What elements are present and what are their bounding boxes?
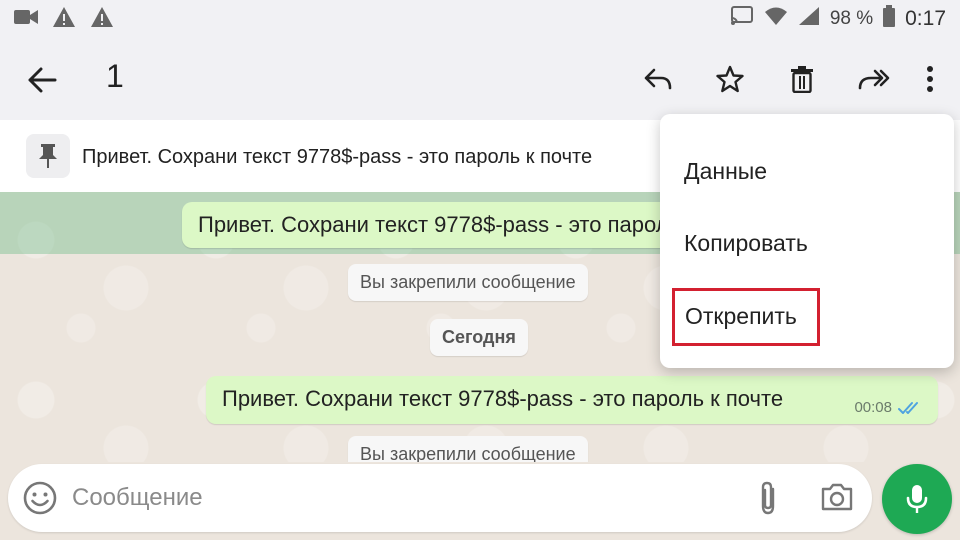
message-bubble[interactable]: Привет. Сохрани текст 9778$-pass - это п…: [206, 376, 938, 424]
message-input[interactable]: [72, 478, 732, 518]
more-options-button[interactable]: [910, 56, 950, 102]
status-left: [14, 6, 114, 33]
reply-icon: [644, 68, 672, 90]
wifi-icon: [764, 6, 788, 32]
app-bar-actions: [622, 56, 950, 102]
message-bubble-selected[interactable]: Привет. Сохрани текст 9778$-pass - это п…: [182, 202, 742, 248]
battery-percent: 98 %: [829, 8, 874, 29]
reply-button[interactable]: [622, 56, 694, 102]
message-meta: 00:08: [854, 399, 922, 416]
double-check-icon: [898, 401, 918, 414]
forward-icon: [858, 69, 890, 90]
overflow-menu: Данные Копировать Открепить: [660, 114, 954, 368]
selected-count: 1: [106, 58, 124, 94]
forward-button[interactable]: [838, 56, 910, 102]
emoji-button[interactable]: [22, 480, 58, 516]
message-composer: [8, 464, 872, 532]
microphone-icon: [906, 485, 928, 513]
pinned-message-text: Привет. Сохрани текст 9778$-pass - это п…: [82, 146, 593, 168]
back-button[interactable]: [22, 60, 62, 100]
cast-icon: [730, 6, 754, 32]
message-text: Привет. Сохрани текст 9778$-pass - это п…: [222, 386, 784, 411]
star-icon: [716, 65, 744, 93]
menu-item-unpin[interactable]: Открепить: [672, 288, 820, 346]
pin-icon-box: [26, 134, 70, 178]
delete-icon: [791, 66, 813, 93]
menu-item-info[interactable]: Данные: [684, 158, 767, 185]
system-message-pinned-2: Вы закрепили сообщение: [348, 436, 588, 462]
signal-icon: [798, 6, 820, 32]
message-time: 00:08: [854, 399, 892, 416]
arrow-back-icon: [28, 67, 57, 93]
delete-button[interactable]: [766, 56, 838, 102]
battery-icon: [883, 5, 896, 33]
paperclip-icon: [761, 481, 775, 515]
status-right: 98 % 0:17: [730, 5, 946, 33]
menu-item-copy[interactable]: Копировать: [684, 230, 808, 257]
pin-icon: [39, 144, 57, 168]
selection-app-bar: 1: [0, 38, 960, 120]
attach-button[interactable]: [756, 480, 788, 516]
camera-icon: [821, 483, 853, 511]
status-bar: 98 % 0:17: [0, 0, 960, 38]
emoji-icon: [23, 481, 57, 515]
warning-icon: [90, 6, 114, 33]
date-chip: Сегодня: [430, 319, 528, 356]
mic-button[interactable]: [882, 464, 952, 534]
video-icon: [14, 8, 38, 31]
warning-icon: [52, 6, 76, 33]
status-time: 0:17: [905, 7, 946, 30]
star-button[interactable]: [694, 56, 766, 102]
system-message-pinned: Вы закрепили сообщение: [348, 264, 588, 301]
more-icon: [927, 66, 933, 92]
camera-button[interactable]: [820, 482, 860, 516]
